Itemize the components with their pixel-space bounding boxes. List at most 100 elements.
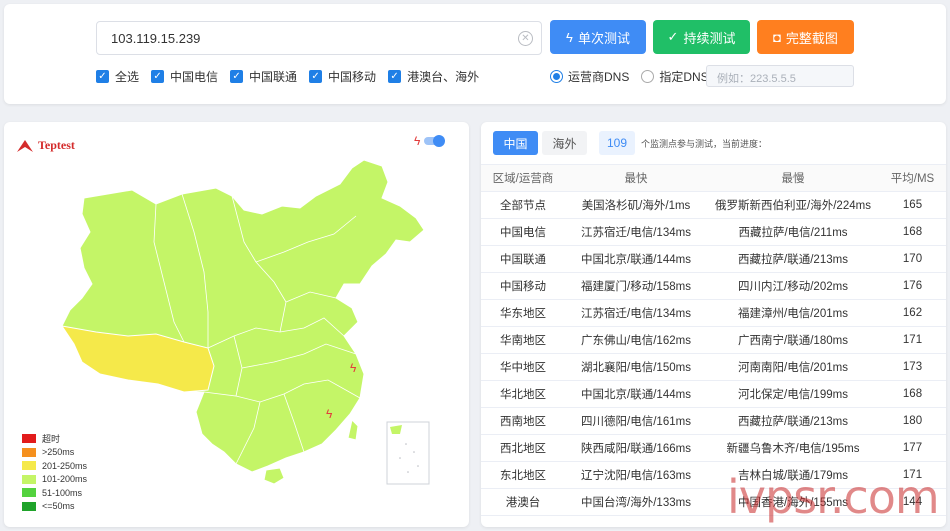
cell-average: 180: [879, 407, 946, 435]
tab-overseas[interactable]: 海外: [542, 131, 587, 155]
map-panel: Teptest ϟ ϟ ϟ 超时 >250ms 201-250ms 101-20…: [4, 122, 469, 527]
cell-region: 华东地区: [481, 299, 565, 327]
col-header-average: 平均/MS: [879, 164, 946, 192]
custom-dns-input[interactable]: 例如：223.5.5.5: [706, 65, 854, 87]
filter-overseas[interactable]: ✓ 港澳台、海外: [388, 68, 479, 85]
progress-text: 个监测点参与测试，当前进度：: [641, 139, 768, 149]
cell-fastest: 福建厦门/移动/158ms: [565, 272, 707, 300]
table-header-row: 区域/运营商 最快 最慢 平均/MS: [481, 164, 946, 192]
col-header-fastest: 最快: [565, 164, 707, 192]
results-body: 全部节点 美国洛杉矶/海外/1ms 俄罗斯新西伯利亚/海外/224ms 165 中国电信…: [481, 191, 946, 516]
continuous-test-button[interactable]: ✓ 持续测试: [653, 20, 750, 54]
cell-slowest: 吉林白城/联通/179ms: [707, 461, 879, 489]
legend-item: 101-200ms: [22, 473, 87, 487]
marker-lightning-icon: ϟ: [326, 407, 333, 421]
cell-fastest: 中国北京/联通/144ms: [565, 380, 707, 408]
cell-region: 中国联通: [481, 245, 565, 273]
isp-dns-label: 运营商DNS: [568, 70, 630, 84]
checkbox-icon[interactable]: ✓: [388, 70, 402, 83]
table-row: 东北地区 辽宁沈阳/电信/163ms 吉林白城/联通/179ms 171: [481, 461, 946, 489]
tab-china[interactable]: 中国: [493, 131, 538, 155]
screenshot-button[interactable]: ◘ 完整截图: [757, 20, 854, 54]
filter-telecom[interactable]: ✓ 中国电信: [151, 68, 218, 85]
cell-fastest: 中国台湾/海外/133ms: [565, 488, 707, 516]
cell-slowest: 西藏拉萨/电信/211ms: [707, 218, 879, 246]
legend-swatch: [22, 488, 36, 498]
dns-options: 运营商DNS 指定DNS:: [550, 68, 724, 85]
cell-average: 168: [879, 380, 946, 408]
map-region-main: [61, 159, 425, 473]
cell-slowest: 河南南阳/电信/201ms: [707, 353, 879, 381]
cell-slowest: 新疆乌鲁木齐/电信/195ms: [707, 434, 879, 462]
table-row: 华南地区 广东佛山/电信/162ms 广西南宁/联通/180ms 171: [481, 326, 946, 354]
cell-average: 171: [879, 326, 946, 354]
custom-dns-label: 指定DNS:: [659, 70, 713, 84]
col-header-region: 区域/运营商: [481, 164, 565, 192]
cell-average: 171: [879, 461, 946, 489]
cell-region: 华中地区: [481, 353, 565, 381]
cell-region: 西北地区: [481, 434, 565, 462]
screenshot-label: 完整截图: [785, 30, 838, 46]
legend-item: <=50ms: [22, 500, 87, 514]
cell-slowest: 福建漳州/电信/201ms: [707, 299, 879, 327]
cell-fastest: 辽宁沈阳/电信/163ms: [565, 461, 707, 489]
control-panel: 103.119.15.239 ✕ ϟ 单次测试 ✓ 持续测试 ◘ 完整截图 ✓ 全…: [4, 4, 946, 104]
cell-region: 东北地区: [481, 461, 565, 489]
cell-fastest: 广东佛山/电信/162ms: [565, 326, 707, 354]
legend-swatch: [22, 447, 36, 457]
cell-fastest: 江苏宿迁/电信/134ms: [565, 299, 707, 327]
camera-icon: ◘: [773, 29, 781, 45]
cell-average: 168: [879, 218, 946, 246]
cell-fastest: 四川德阳/电信/161ms: [565, 407, 707, 435]
continuous-test-label: 持续测试: [683, 30, 736, 46]
map-legend: 超时 >250ms 201-250ms 101-200ms 51-100ms <…: [22, 432, 87, 513]
col-header-slowest: 最慢: [707, 164, 879, 192]
filter-unicom[interactable]: ✓ 中国联通: [230, 68, 297, 85]
cell-slowest: 河北保定/电信/199ms: [707, 380, 879, 408]
cell-fastest: 美国洛杉矶/海外/1ms: [565, 191, 707, 219]
radio-isp-dns[interactable]: [550, 70, 563, 83]
filter-select-all[interactable]: ✓ 全选: [96, 68, 139, 85]
ip-input-value: 103.119.15.239: [111, 31, 201, 46]
map-region-taiwan: [347, 419, 359, 441]
table-row: 西北地区 陕西咸阳/联通/166ms 新疆乌鲁木齐/电信/195ms 177: [481, 434, 946, 462]
legend-item: 超时: [22, 432, 87, 446]
table-row: 中国移动 福建厦门/移动/158ms 四川内江/移动/202ms 176: [481, 272, 946, 300]
marker-lightning-icon: ϟ: [350, 361, 357, 375]
checkbox-icon[interactable]: ✓: [96, 70, 109, 83]
cell-slowest: 中国香港/海外/155ms: [707, 488, 879, 516]
legend-swatch: [22, 501, 36, 511]
cell-average: 176: [879, 272, 946, 300]
map-region-hainan: [263, 467, 285, 485]
clear-icon[interactable]: ✕: [518, 31, 533, 46]
checkbox-icon[interactable]: ✓: [309, 70, 323, 83]
single-test-button[interactable]: ϟ 单次测试: [550, 20, 646, 54]
cell-region: 全部节点: [481, 191, 565, 219]
legend-item: 51-100ms: [22, 486, 87, 500]
cell-average: 144: [879, 488, 946, 516]
cell-average: 162: [879, 299, 946, 327]
legend-item: >250ms: [22, 446, 87, 460]
cell-fastest: 中国北京/联通/144ms: [565, 245, 707, 273]
cell-region: 港澳台: [481, 488, 565, 516]
cell-fastest: 江苏宿迁/电信/134ms: [565, 218, 707, 246]
filter-mobile[interactable]: ✓ 中国移动: [309, 68, 376, 85]
cell-region: 中国移动: [481, 272, 565, 300]
single-test-label: 单次测试: [577, 30, 630, 46]
ip-input[interactable]: 103.119.15.239 ✕: [96, 21, 542, 55]
cell-average: 173: [879, 353, 946, 381]
table-row: 港澳台 中国台湾/海外/133ms 中国香港/海外/155ms 144: [481, 488, 946, 516]
table-row: 华北地区 中国北京/联通/144ms 河北保定/电信/199ms 168: [481, 380, 946, 408]
isp-filter-group: ✓ 全选 ✓ 中国电信 ✓ 中国联通 ✓ 中国移动 ✓ 港澳台、海外: [96, 68, 491, 85]
cell-slowest: 西藏拉萨/联通/213ms: [707, 245, 879, 273]
cell-average: 165: [879, 191, 946, 219]
table-row: 西南地区 四川德阳/电信/161ms 西藏拉萨/联通/213ms 180: [481, 407, 946, 435]
check-icon: ✓: [667, 29, 679, 44]
radio-custom-dns[interactable]: [641, 70, 655, 83]
cell-slowest: 广西南宁/联通/180ms: [707, 326, 879, 354]
results-table: 区域/运营商 最快 最慢 平均/MS 全部节点 美国洛杉矶/海外/1ms 俄罗斯新西…: [481, 164, 946, 516]
checkbox-icon[interactable]: ✓: [151, 70, 165, 83]
table-row: 中国联通 中国北京/联通/144ms 西藏拉萨/联通/213ms 170: [481, 245, 946, 273]
checkbox-icon[interactable]: ✓: [230, 70, 244, 83]
legend-swatch: [22, 461, 36, 471]
